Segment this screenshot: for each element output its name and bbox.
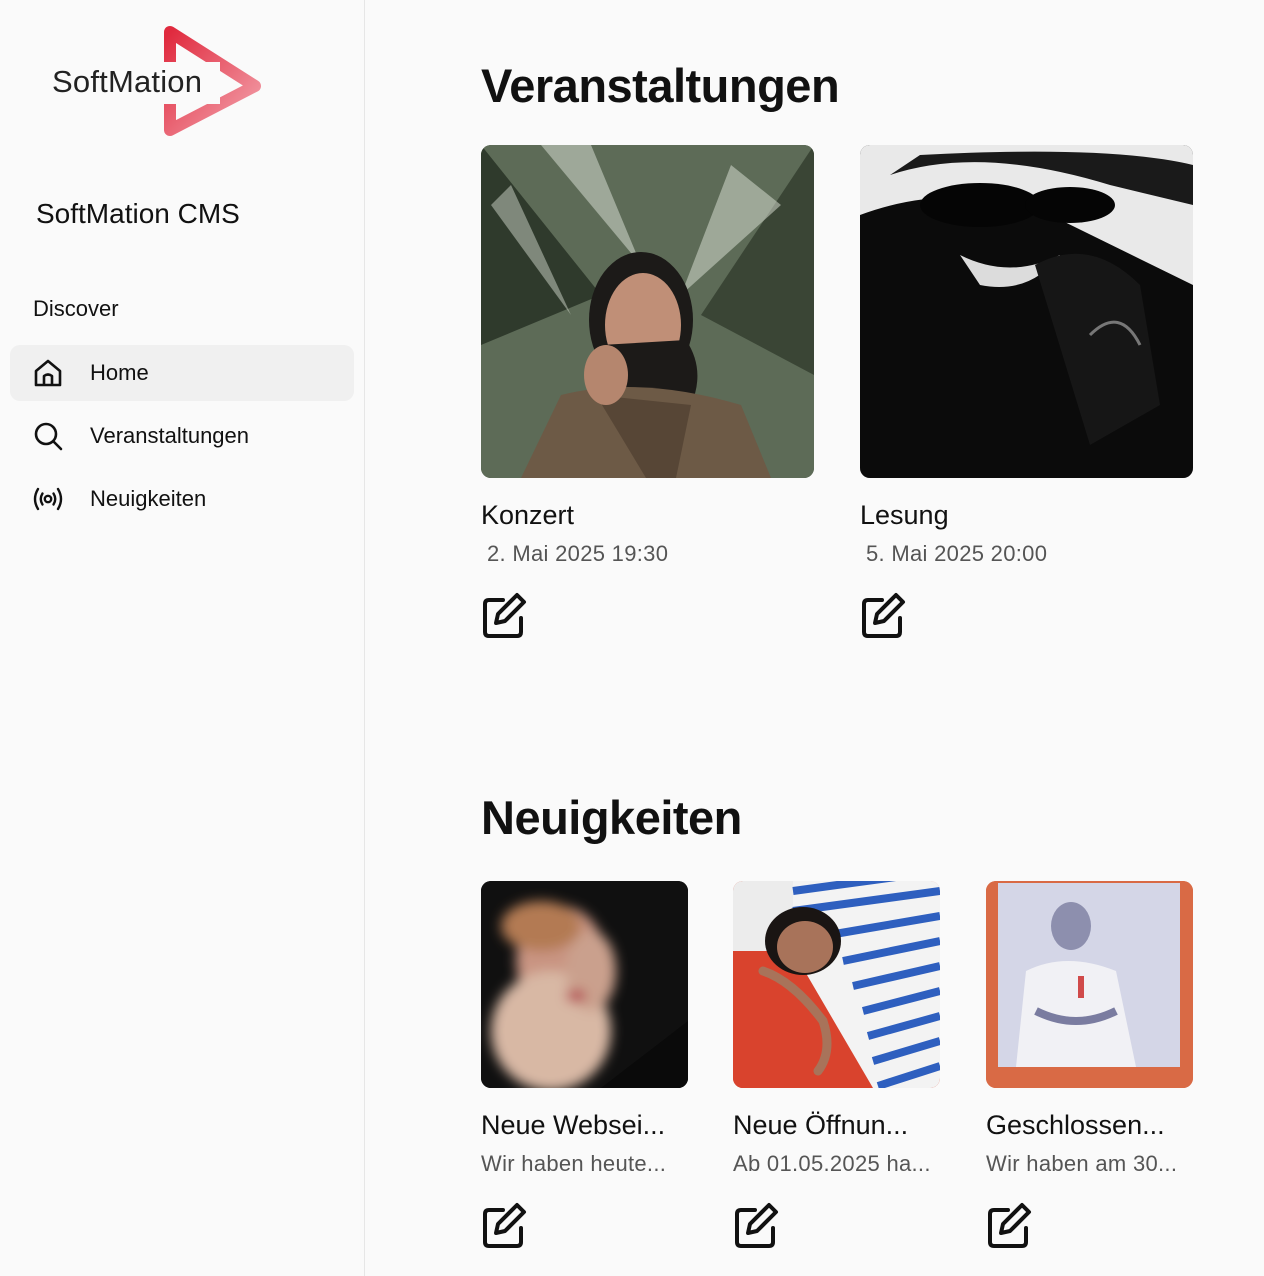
section-label-discover: Discover [33,296,119,321]
search-icon [34,422,63,451]
sidebar-item-label: Veranstaltungen [90,423,250,448]
main-content: Veranstaltungen Konzert 2. Mai 2025 19:3… [365,0,1264,1276]
sidebar-item-label: Home [90,360,149,385]
edit-button[interactable] [860,592,906,640]
sidebar-item-home[interactable]: Home [10,345,354,401]
sidebar-item-label: Neuigkeiten [90,486,207,511]
event-title: Lesung [860,500,949,530]
news-title: Geschlossen... [986,1110,1165,1140]
event-card: Konzert 2. Mai 2025 19:30 [481,145,814,638]
app-title: SoftMation CMS [36,198,240,229]
logo-text: SoftMation [52,64,203,99]
polaroid-man-portrait-photo[interactable] [986,881,1193,1088]
edit-button[interactable] [986,1202,1032,1250]
home-icon [34,359,62,387]
blurred-woman-portrait-photo[interactable] [481,881,688,1088]
news-card: Geschlossen... Wir haben am 30... [986,881,1193,1248]
edit-icon [735,1203,778,1248]
edit-icon [483,1203,526,1248]
news-excerpt: Wir haben heute... [481,1151,667,1176]
sidebar-item-veranstaltungen[interactable]: Veranstaltungen [10,408,354,464]
news-excerpt: Wir haben am 30... [986,1151,1178,1176]
news-card: Neue Öffnun... Ab 01.05.2025 ha... [733,881,940,1248]
news-card: Neue Websei... Wir haben heute... [481,881,688,1248]
event-card: Lesung 5. Mai 2025 20:00 [860,145,1193,638]
news-heading: Neuigkeiten [481,791,742,844]
broadcast-icon [33,487,63,511]
edit-icon [988,1203,1031,1248]
woman-among-palm-leaves-photo[interactable] [481,145,814,478]
bw-woman-sunglasses-photo[interactable] [860,145,1193,478]
news-title: Neue Öffnun... [733,1110,909,1140]
event-title: Konzert [481,500,575,530]
edit-icon [483,593,526,638]
event-date: 5. Mai 2025 20:00 [866,541,1048,566]
news-excerpt: Ab 01.05.2025 ha... [733,1151,931,1176]
sidebar-item-neuigkeiten[interactable]: Neuigkeiten [10,471,354,527]
events-heading: Veranstaltungen [481,59,840,112]
news-title: Neue Websei... [481,1110,666,1140]
edit-button[interactable] [481,592,527,640]
edit-icon [862,593,905,638]
event-date: 2. Mai 2025 19:30 [487,541,669,566]
softmation-logo[interactable]: SoftMation [50,24,270,148]
sidebar: SoftMation SoftMation CMS Discover Home … [0,0,365,1276]
edit-button[interactable] [733,1202,779,1250]
edit-button[interactable] [481,1202,527,1250]
woman-striped-shirt-photo[interactable] [733,881,940,1088]
